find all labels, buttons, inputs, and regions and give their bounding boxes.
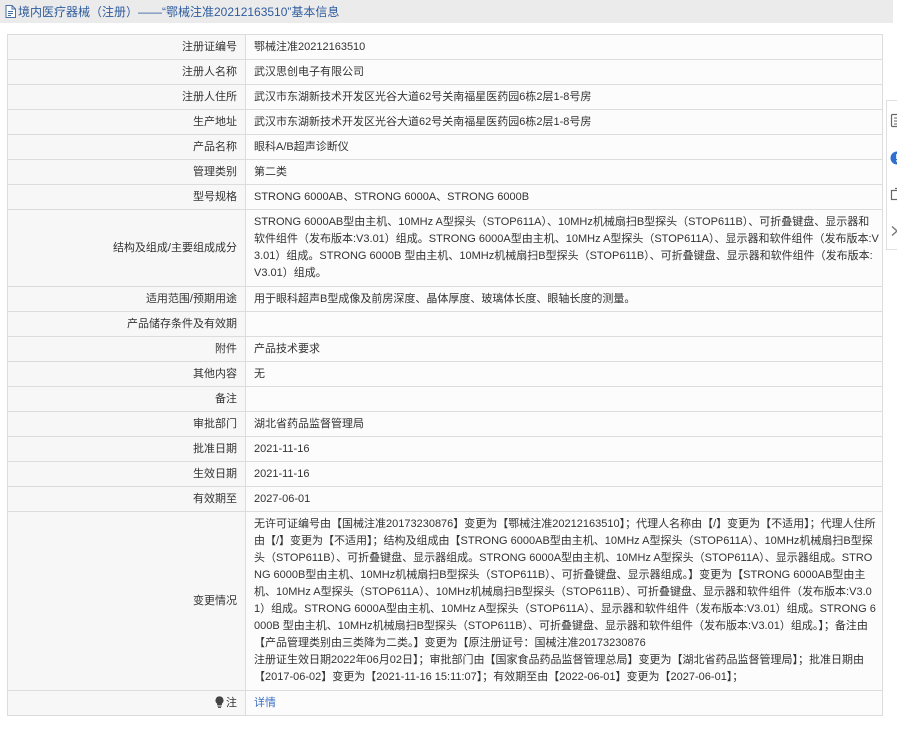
- row-other-content: 其他内容 无: [7, 361, 883, 387]
- row-registrant-address: 注册人住所 武汉市东湖新技术开发区光谷大道62号关南福星医药园6栋2层1-8号房: [7, 84, 883, 110]
- label-intended-use: 适用范围/预期用途: [7, 286, 246, 312]
- value-storage-conditions: [245, 311, 883, 337]
- label-valid-until: 有效期至: [7, 486, 246, 512]
- label-registration-number: 注册证编号: [7, 34, 246, 60]
- label-registrant-name: 注册人名称: [7, 59, 246, 85]
- label-approval-department: 审批部门: [7, 411, 246, 437]
- bulb-icon: [215, 696, 224, 708]
- row-approval-date: 批准日期 2021-11-16: [7, 436, 883, 462]
- row-valid-until: 有效期至 2027-06-01: [7, 486, 883, 512]
- row-note: 注 详情: [7, 690, 883, 716]
- label-remarks: 备注: [7, 386, 246, 412]
- label-product-name: 产品名称: [7, 134, 246, 160]
- row-attachments: 附件 产品技术要求: [7, 336, 883, 362]
- value-remarks: [245, 386, 883, 412]
- value-production-address: 武汉市东湖新技术开发区光谷大道62号关南福星医药园6栋2层1-8号房: [245, 109, 883, 135]
- value-product-name: 眼科A/B超声诊断仪: [245, 134, 883, 160]
- value-registration-number: 鄂械注准20212163510: [245, 34, 883, 60]
- value-approval-date: 2021-11-16: [245, 436, 883, 462]
- row-model-specification: 型号规格 STRONG 6000AB、STRONG 6000A、STRONG 6…: [7, 184, 883, 210]
- row-approval-department: 审批部门 湖北省药品监督管理局: [7, 411, 883, 437]
- value-structure-composition: STRONG 6000AB型由主机、10MHz A型探头（STOP611A）、1…: [245, 209, 883, 287]
- row-management-category: 管理类别 第二类: [7, 159, 883, 185]
- page-header: 境内医疗器械（注册）——“鄂械注准20212163510”基本信息: [0, 0, 893, 23]
- label-change-history: 变更情况: [7, 511, 246, 691]
- label-storage-conditions: 产品储存条件及有效期: [7, 311, 246, 337]
- label-effective-date: 生效日期: [7, 461, 246, 487]
- value-approval-department: 湖北省药品监督管理局: [245, 411, 883, 437]
- label-model-specification: 型号规格: [7, 184, 246, 210]
- label-management-category: 管理类别: [7, 159, 246, 185]
- label-approval-date: 批准日期: [7, 436, 246, 462]
- info-table-body: 注册证编号 鄂械注准20212163510 注册人名称 武汉思创电子有限公司 注…: [7, 34, 883, 716]
- share-icon[interactable]: [890, 187, 897, 201]
- document-icon[interactable]: [890, 113, 897, 128]
- label-attachments: 附件: [7, 336, 246, 362]
- label-registrant-address: 注册人住所: [7, 84, 246, 110]
- row-registrant-name: 注册人名称 武汉思创电子有限公司: [7, 59, 883, 85]
- value-other-content: 无: [245, 361, 883, 387]
- value-attachments: 产品技术要求: [245, 336, 883, 362]
- row-production-address: 生产地址 武汉市东湖新技术开发区光谷大道62号关南福星医药园6栋2层1-8号房: [7, 109, 883, 135]
- row-registration-number: 注册证编号 鄂械注准20212163510: [7, 34, 883, 60]
- row-remarks: 备注: [7, 386, 883, 412]
- value-management-category: 第二类: [245, 159, 883, 185]
- value-registrant-name: 武汉思创电子有限公司: [245, 59, 883, 85]
- row-product-name: 产品名称 眼科A/B超声诊断仪: [7, 134, 883, 160]
- chevron-right-icon[interactable]: [890, 225, 897, 237]
- row-storage-conditions: 产品储存条件及有效期: [7, 311, 883, 337]
- info-table: 注册证编号 鄂械注准20212163510 注册人名称 武汉思创电子有限公司 注…: [7, 34, 883, 716]
- value-change-history: 无许可证编号由【国械注准20173230876】变更为【鄂械注准20212163…: [245, 511, 883, 691]
- row-intended-use: 适用范围/预期用途 用于眼科超声B型成像及前房深度、晶体厚度、玻璃体长度、眼轴长…: [7, 286, 883, 312]
- side-toolbar: [886, 100, 897, 250]
- value-note: 详情: [245, 690, 883, 716]
- row-effective-date: 生效日期 2021-11-16: [7, 461, 883, 487]
- note-label: 注: [226, 697, 237, 709]
- value-effective-date: 2021-11-16: [245, 461, 883, 487]
- value-registrant-address: 武汉市东湖新技术开发区光谷大道62号关南福星医药园6栋2层1-8号房: [245, 84, 883, 110]
- value-valid-until: 2027-06-01: [245, 486, 883, 512]
- page-title: 境内医疗器械（注册）——“鄂械注准20212163510”基本信息: [18, 5, 340, 19]
- info-icon[interactable]: [890, 151, 897, 165]
- label-note: 注: [7, 690, 246, 716]
- label-structure-composition: 结构及组成/主要组成成分: [7, 209, 246, 287]
- label-production-address: 生产地址: [7, 109, 246, 135]
- details-link[interactable]: 详情: [254, 697, 276, 709]
- label-other-content: 其他内容: [7, 361, 246, 387]
- row-change-history: 变更情况 无许可证编号由【国械注准20173230876】变更为【鄂械注准202…: [7, 511, 883, 691]
- value-model-specification: STRONG 6000AB、STRONG 6000A、STRONG 6000B: [245, 184, 883, 210]
- value-intended-use: 用于眼科超声B型成像及前房深度、晶体厚度、玻璃体长度、眼轴长度的测量。: [245, 286, 883, 312]
- row-structure-composition: 结构及组成/主要组成成分 STRONG 6000AB型由主机、10MHz A型探…: [7, 209, 883, 287]
- document-icon: [5, 5, 16, 18]
